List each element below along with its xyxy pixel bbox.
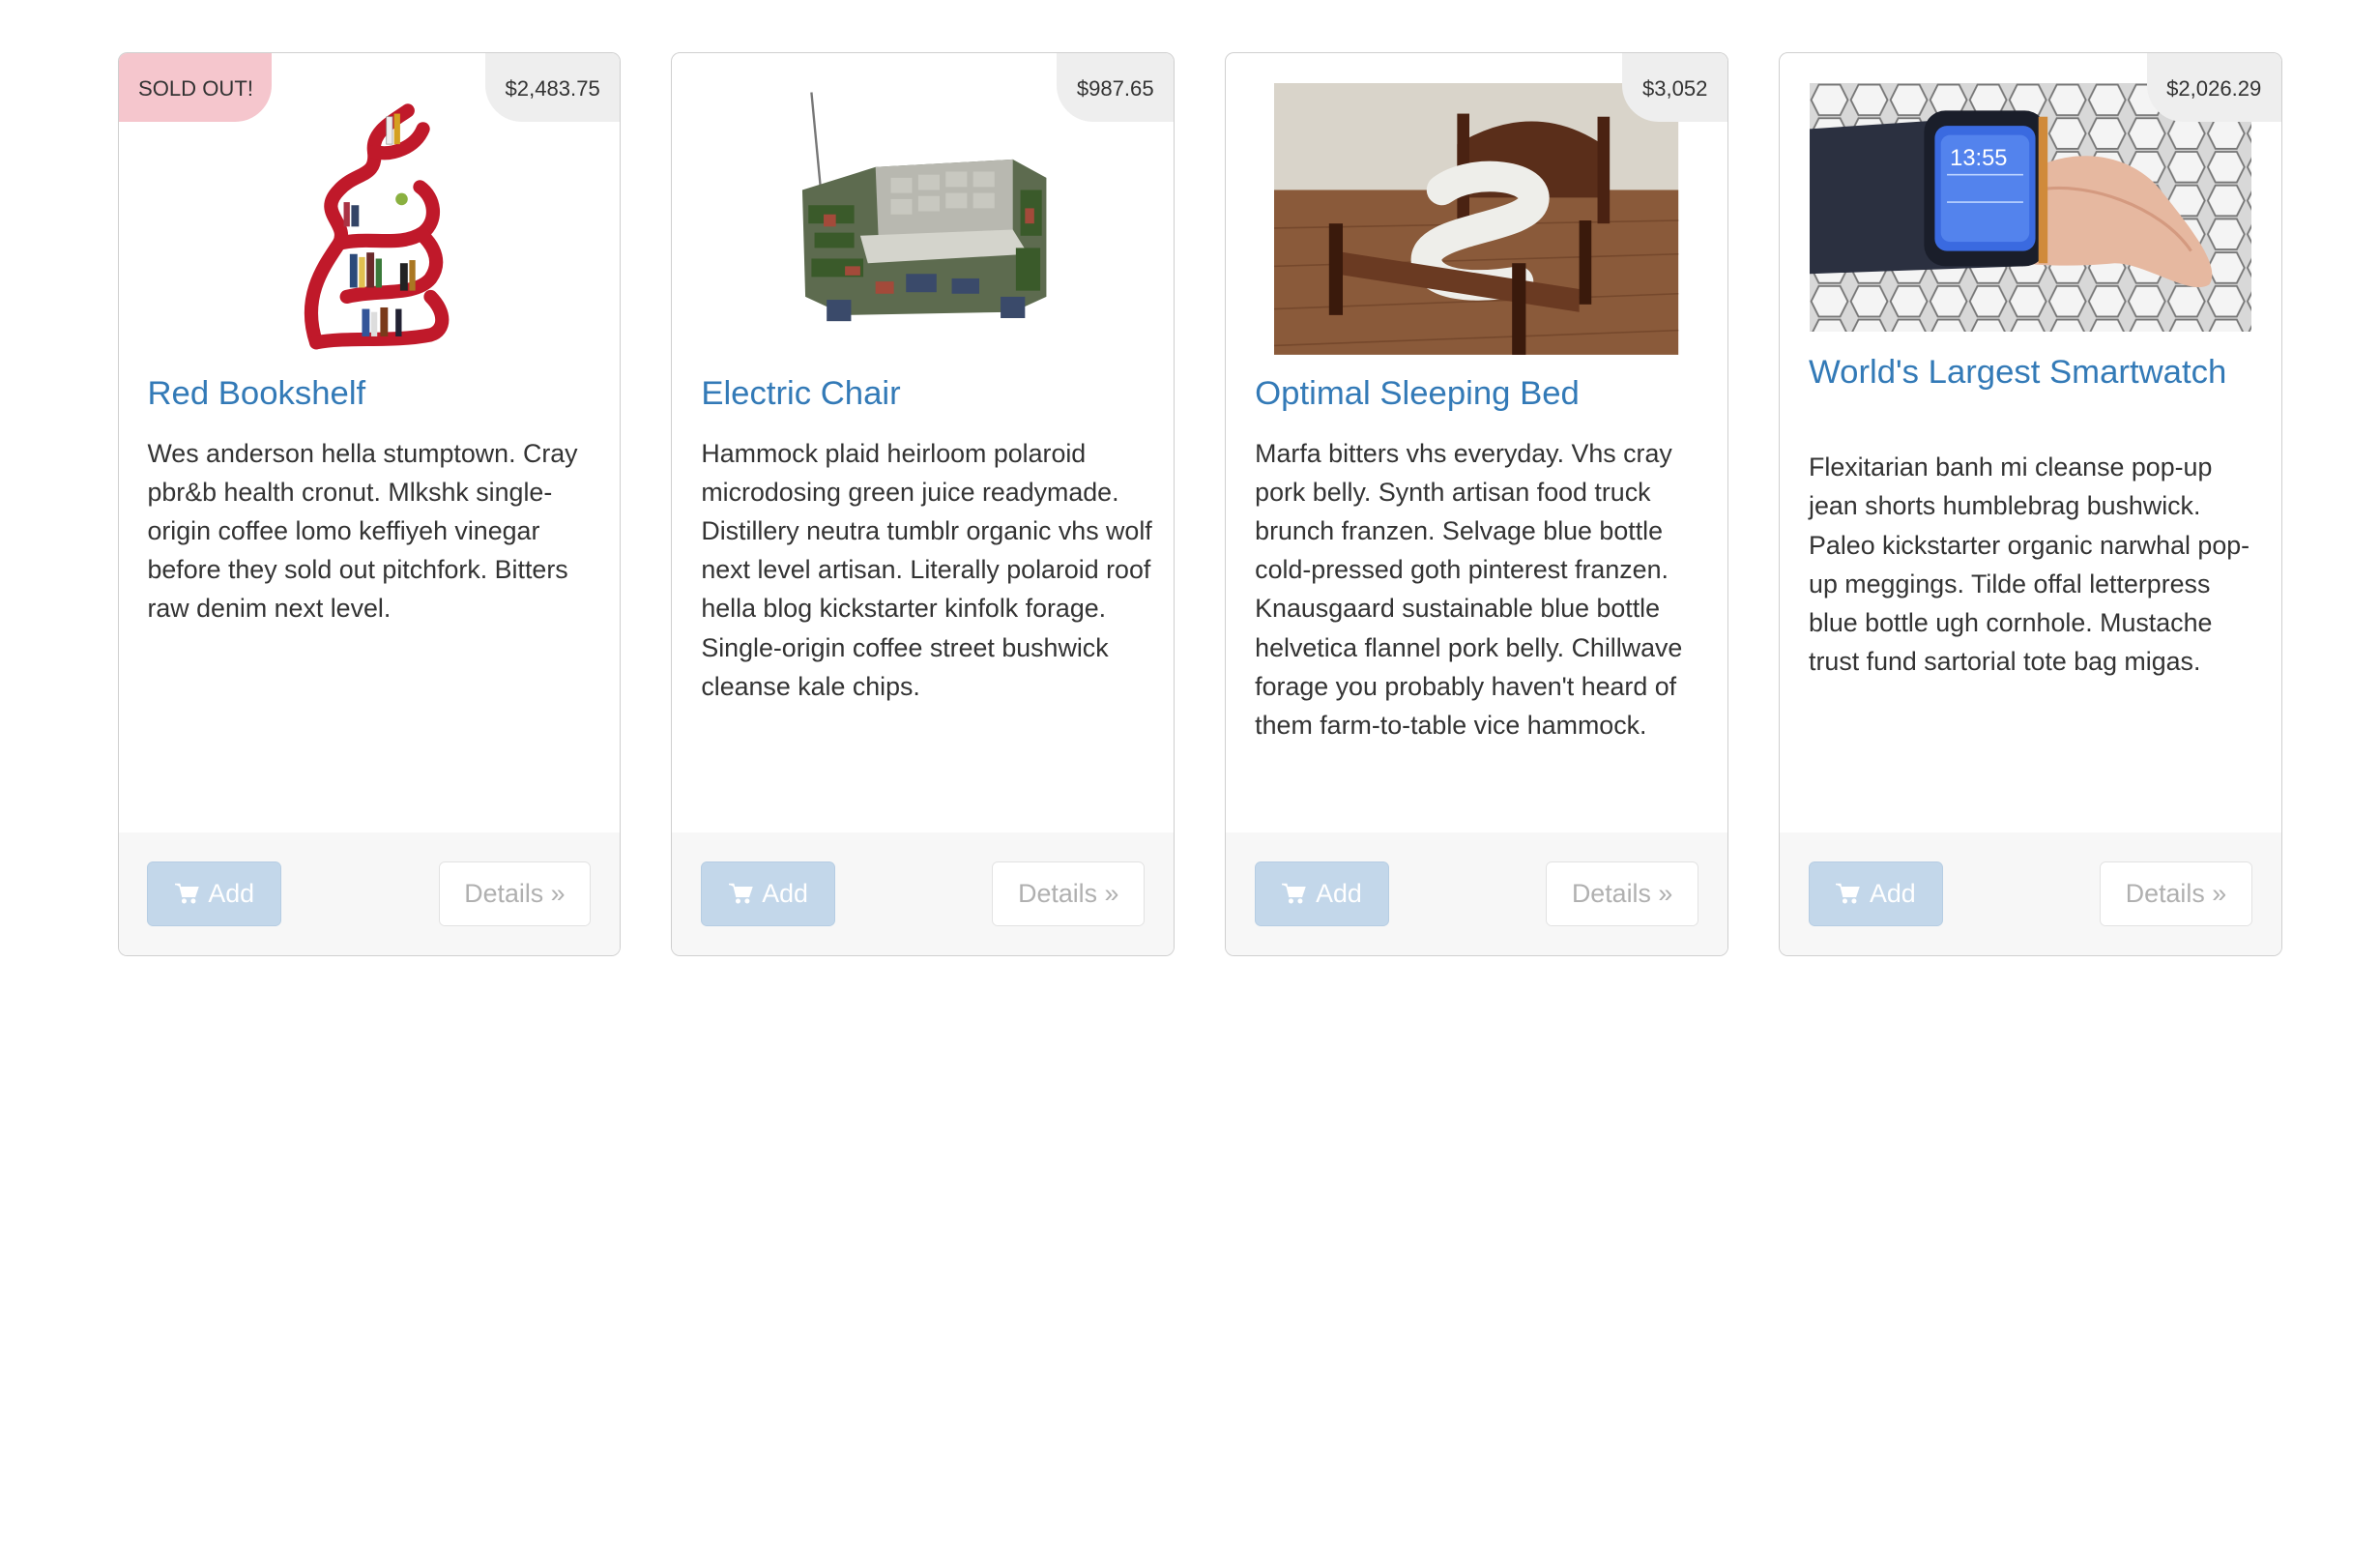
add-to-cart-button[interactable]: Add xyxy=(1809,861,1943,927)
add-to-cart-button[interactable]: Add xyxy=(1255,861,1390,927)
watch-time-text: 13:55 xyxy=(1950,146,2007,171)
shopping-cart-icon xyxy=(1282,884,1307,904)
product-grid: SOLD OUT! $2,483.75 Red Bookshelf Wes an… xyxy=(0,0,2380,979)
price-badge: $2,483.75 xyxy=(485,52,621,122)
add-to-cart-button[interactable]: Add xyxy=(147,861,282,927)
add-to-cart-button[interactable]: Add xyxy=(701,861,836,927)
add-button-label: Add xyxy=(762,879,808,909)
details-button[interactable]: Details » xyxy=(1546,861,1698,927)
price-badge: $987.65 xyxy=(1057,52,1175,122)
product-title[interactable]: Optimal Sleeping Bed xyxy=(1255,375,1698,413)
product-image[interactable] xyxy=(672,83,1174,356)
s-shaped-bed-image xyxy=(1274,83,1679,356)
product-card: $987.65 Electric Chair Hammock plaid hei… xyxy=(671,51,1175,957)
add-button-label: Add xyxy=(1316,879,1362,909)
product-title[interactable]: World's Largest Smartwatch xyxy=(1809,354,2252,392)
product-card: SOLD OUT! $2,483.75 Red Bookshelf Wes an… xyxy=(117,51,622,957)
details-button[interactable]: Details » xyxy=(2100,861,2252,927)
product-description: Flexitarian banh mi cleanse pop-up jean … xyxy=(1809,452,2250,676)
shopping-cart-icon xyxy=(1836,884,1861,904)
add-button-label: Add xyxy=(208,879,255,909)
product-title[interactable]: Red Bookshelf xyxy=(147,375,591,413)
price-badge: $2,026.29 xyxy=(2146,52,2281,122)
price-badge: $3,052 xyxy=(1622,52,1727,122)
product-description: Hammock plaid heirloom polaroid microdos… xyxy=(701,439,1152,701)
product-image[interactable] xyxy=(119,83,621,356)
product-card: $2,026.29 13:55 World's Largest Smartwat… xyxy=(1779,51,2282,957)
shopping-cart-icon xyxy=(728,884,753,904)
card-footer: Add Details » xyxy=(672,832,1175,956)
details-button[interactable]: Details » xyxy=(992,861,1146,927)
product-image[interactable]: 13:55 xyxy=(1780,83,2281,355)
card-footer: Add Details » xyxy=(1226,832,1727,956)
shopping-cart-icon xyxy=(174,884,199,904)
sold-out-badge: SOLD OUT! xyxy=(118,52,272,122)
product-image[interactable] xyxy=(1226,83,1727,356)
product-description: Marfa bitters vhs everyday. Vhs cray por… xyxy=(1255,439,1683,740)
card-footer: Add Details » xyxy=(118,832,621,956)
add-button-label: Add xyxy=(1869,879,1916,909)
product-description: Wes anderson hella stumptown. Cray pbr&b… xyxy=(147,439,578,624)
circuit-board-armchair-image xyxy=(784,83,1062,356)
red-bookshelf-image xyxy=(254,83,484,356)
product-title[interactable]: Electric Chair xyxy=(701,375,1145,413)
card-footer: Add Details » xyxy=(1780,832,2281,956)
details-button[interactable]: Details » xyxy=(438,861,592,927)
product-card: $3,052 Optimal Sleeping Bed Marfa bitter… xyxy=(1225,51,1728,957)
